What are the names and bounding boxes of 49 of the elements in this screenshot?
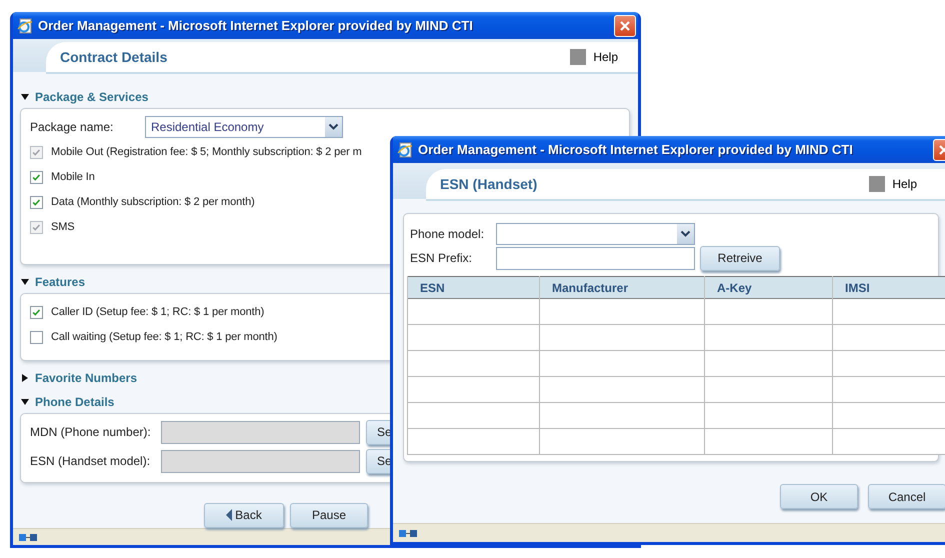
checkbox[interactable] bbox=[30, 330, 43, 344]
network-icon bbox=[399, 528, 417, 538]
section-title[interactable]: Favorite Numbers bbox=[35, 370, 138, 385]
checkbox-label: SMS bbox=[51, 221, 75, 234]
back-arrow-icon bbox=[226, 509, 232, 522]
column-header: A-Key bbox=[704, 276, 832, 298]
page-title: ESN (Handset) bbox=[440, 176, 538, 192]
column-header: IMSI bbox=[832, 276, 945, 298]
pause-button[interactable]: Pause bbox=[290, 502, 368, 528]
collapse-caret-icon[interactable] bbox=[21, 94, 29, 100]
collapse-caret-icon[interactable] bbox=[21, 278, 29, 285]
close-button[interactable] bbox=[614, 14, 636, 36]
section-title[interactable]: Features bbox=[35, 274, 86, 289]
column-header: Manufacturer bbox=[540, 276, 704, 298]
ok-button[interactable]: OK bbox=[780, 484, 858, 509]
help-icon[interactable] bbox=[570, 48, 586, 65]
checkbox[interactable] bbox=[30, 196, 43, 209]
checkbox-label: Call waiting (Setup fee: $ 1; RC: $ 1 per month) bbox=[51, 331, 278, 344]
field-label: ESN Prefix: bbox=[410, 251, 474, 265]
section-title[interactable]: Package & Services bbox=[35, 90, 148, 104]
back-button[interactable]: Back bbox=[204, 502, 284, 528]
help-icon[interactable] bbox=[869, 176, 886, 192]
retrieve-button[interactable]: Retreive bbox=[700, 246, 780, 270]
checkbox-label: Mobile In bbox=[51, 171, 95, 184]
close-icon bbox=[619, 20, 631, 32]
section-title[interactable]: Phone Details bbox=[35, 394, 114, 409]
field-label: Package name: bbox=[30, 120, 114, 134]
checkbox[interactable] bbox=[30, 306, 43, 319]
help-link[interactable]: Help bbox=[892, 177, 917, 191]
checkbox[interactable] bbox=[30, 170, 43, 184]
expand-caret-icon[interactable] bbox=[22, 374, 28, 382]
checkbox-label: Data (Monthly subscription: $ 2 per month) bbox=[51, 196, 255, 208]
browser-page-icon bbox=[397, 142, 413, 158]
checkbox-label: Caller ID (Setup fee: $ 1; RC: $ 1 per month) bbox=[51, 306, 264, 318]
package-dropdown[interactable]: Residential Economy bbox=[145, 116, 343, 138]
cancel-button[interactable]: Cancel bbox=[868, 484, 945, 509]
window-title: Order Management - Microsoft Internet Explorer provided by MIND CTI bbox=[418, 142, 854, 157]
page-title: Contract Details bbox=[60, 48, 168, 65]
field-label: Phone model: bbox=[410, 227, 486, 241]
network-icon bbox=[19, 532, 37, 542]
checkbox-label: Mobile Out (Registration fee: $ 5; Monthly subscription: $ 2 per m bbox=[51, 146, 362, 158]
column-header: ESN bbox=[408, 276, 540, 298]
field-label: ESN (Handset model): bbox=[30, 454, 152, 468]
collapse-caret-icon[interactable] bbox=[21, 398, 29, 405]
window-title: Order Management - Microsoft Internet Explorer provided by MIND CTI bbox=[38, 18, 474, 33]
help-link[interactable]: Help bbox=[593, 50, 618, 64]
browser-page-icon bbox=[17, 18, 33, 34]
input-field[interactable] bbox=[496, 246, 695, 270]
field-label: MDN (Phone number): bbox=[30, 425, 152, 440]
